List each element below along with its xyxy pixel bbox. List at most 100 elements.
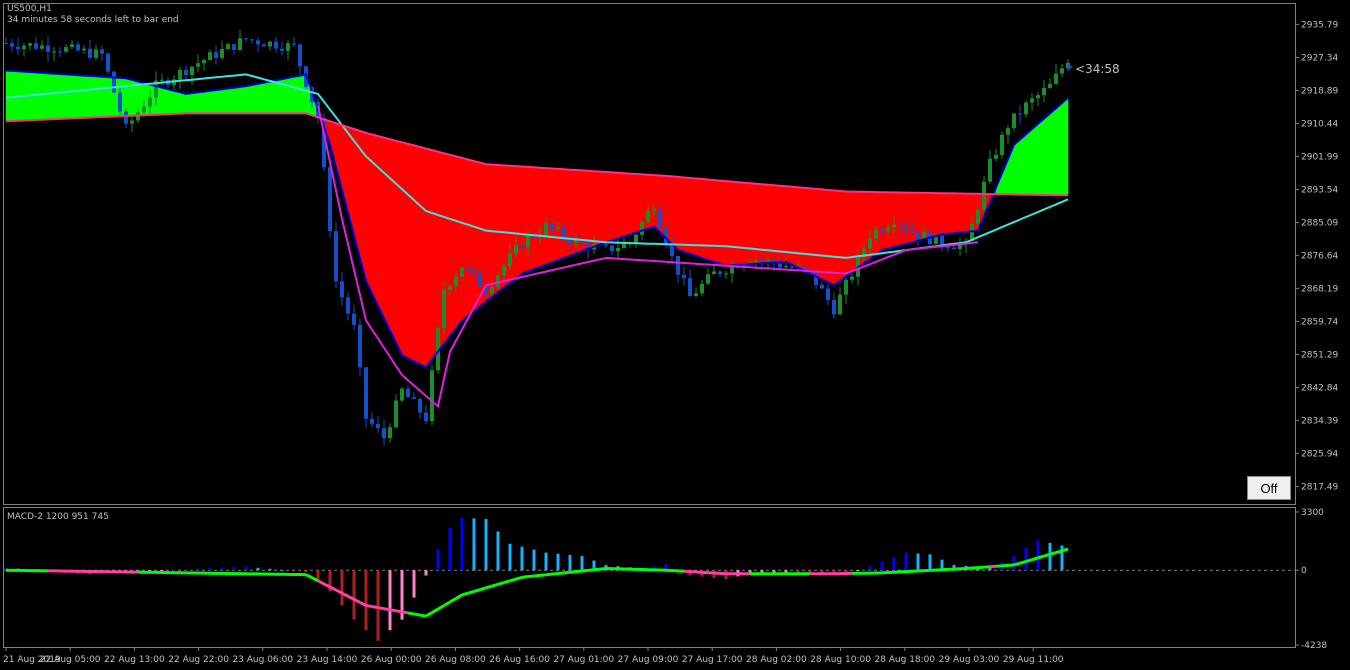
cloud-segment bbox=[899, 192, 907, 246]
candle-body bbox=[940, 234, 944, 246]
macd-signal-segment bbox=[461, 591, 469, 597]
candle-body bbox=[658, 209, 662, 228]
candle-body bbox=[610, 245, 614, 252]
candle-body bbox=[334, 231, 338, 282]
macd-signal-segment bbox=[527, 574, 535, 579]
candle-body bbox=[1060, 68, 1064, 74]
macd-signal-segment bbox=[395, 609, 403, 614]
cloud-segment bbox=[617, 172, 625, 239]
cloud-segment bbox=[377, 135, 385, 319]
time-tick-label: 22 Aug 22:00 bbox=[168, 655, 229, 665]
candle-body bbox=[346, 297, 350, 314]
candle-body bbox=[226, 44, 230, 50]
cloud-segment bbox=[125, 77, 133, 117]
candle-body bbox=[1054, 73, 1058, 84]
candle-body bbox=[514, 244, 518, 254]
candle-body bbox=[988, 158, 992, 182]
cloud-segment bbox=[887, 192, 895, 249]
candle-body bbox=[412, 397, 416, 399]
candle-body bbox=[292, 43, 296, 45]
macd-signal-segment bbox=[1025, 558, 1033, 563]
time-tick-label: 27 Aug 01:00 bbox=[553, 655, 614, 665]
macd-signal-segment bbox=[593, 567, 601, 572]
candle-body bbox=[1042, 88, 1046, 96]
candle-body bbox=[232, 44, 236, 50]
cloud-segment bbox=[701, 178, 709, 261]
cloud-segment bbox=[431, 149, 439, 361]
candle-body bbox=[712, 271, 716, 275]
macd-tick-label: -4238 bbox=[1301, 641, 1327, 651]
cloud-segment bbox=[593, 170, 601, 248]
price-tick-label: 2893.54 bbox=[1301, 185, 1338, 195]
candle-body bbox=[1000, 134, 1004, 155]
off-button[interactable]: Off bbox=[1247, 476, 1291, 500]
macd-signal-segment bbox=[425, 611, 433, 618]
macd-bar bbox=[340, 570, 344, 606]
macd-signal-segment bbox=[563, 570, 571, 575]
cloud-segment bbox=[467, 159, 475, 317]
candle-body bbox=[1048, 83, 1052, 89]
price-tick-label: 2876.64 bbox=[1301, 251, 1338, 261]
cloud-segment bbox=[1049, 107, 1057, 196]
cloud-segment bbox=[611, 172, 619, 241]
candle-body bbox=[298, 44, 302, 67]
candle-body bbox=[130, 120, 134, 124]
candle-body bbox=[16, 46, 20, 50]
candle-body bbox=[142, 106, 146, 113]
cloud-segment bbox=[473, 160, 481, 312]
macd-signal-segment bbox=[599, 566, 607, 571]
cloud-segment bbox=[257, 82, 265, 114]
macd-bar bbox=[352, 570, 356, 620]
candle-body bbox=[646, 211, 650, 222]
candle-body bbox=[880, 229, 884, 232]
macd-bar bbox=[172, 569, 176, 571]
cloud-segment bbox=[1031, 123, 1039, 196]
cloud-segment bbox=[71, 74, 79, 119]
macd-signal-segment bbox=[521, 575, 529, 579]
macd-bar bbox=[256, 567, 260, 571]
candle-body bbox=[400, 388, 404, 401]
candle-body bbox=[382, 428, 386, 439]
time-tick-label: 29 Aug 03:00 bbox=[939, 655, 1000, 665]
price-tick-label: 2901.99 bbox=[1301, 152, 1338, 162]
candle-body bbox=[682, 274, 686, 279]
cloud-segment bbox=[521, 166, 529, 274]
candle-body bbox=[94, 49, 98, 58]
macd-bar bbox=[544, 552, 548, 571]
macd-signal-segment bbox=[431, 607, 439, 614]
cloud-segment bbox=[881, 191, 889, 251]
price-tick-label: 2935.79 bbox=[1301, 20, 1338, 30]
macd-bar bbox=[184, 568, 188, 571]
cloud-segment bbox=[83, 75, 91, 119]
cloud-segment bbox=[41, 72, 49, 120]
cloud-segment bbox=[287, 76, 295, 114]
macd-bar bbox=[304, 570, 308, 572]
cloud-segment bbox=[671, 176, 679, 251]
candle-body bbox=[250, 39, 254, 41]
candle-body bbox=[112, 71, 116, 93]
cloud-segment bbox=[419, 146, 427, 368]
cloud-segment bbox=[77, 74, 85, 119]
candle-body bbox=[28, 43, 32, 46]
macd-bar bbox=[412, 570, 416, 598]
cloud-segment bbox=[461, 157, 469, 321]
cloud-segment bbox=[245, 84, 253, 114]
cloud-segment bbox=[749, 182, 757, 265]
macd-bar bbox=[364, 570, 368, 631]
candle-body bbox=[778, 263, 782, 268]
cloud-segment bbox=[587, 170, 595, 250]
cloud-segment bbox=[893, 192, 901, 248]
candle-body bbox=[328, 167, 332, 232]
cloud-segment bbox=[821, 189, 829, 283]
cloud-segment bbox=[5, 70, 13, 122]
cloud-segment bbox=[251, 83, 259, 114]
candle-body bbox=[58, 51, 62, 53]
cloud-segment bbox=[215, 88, 223, 114]
macd-bar bbox=[220, 567, 224, 571]
cloud-segment bbox=[929, 192, 937, 238]
cloud-segment bbox=[947, 193, 955, 235]
cloud-segment bbox=[683, 177, 691, 255]
cloud-segment bbox=[1013, 138, 1021, 195]
cloud-segment bbox=[389, 138, 397, 344]
candle-body bbox=[802, 266, 806, 269]
